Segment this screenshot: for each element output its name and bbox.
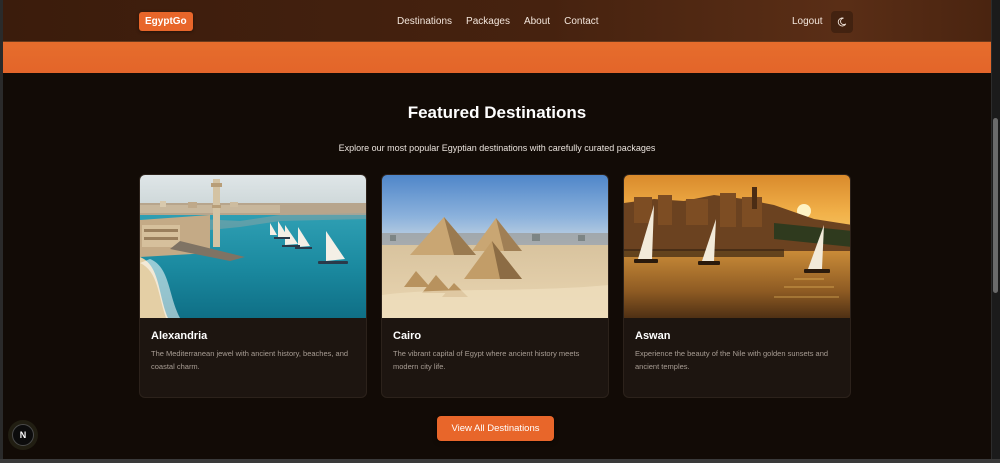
nav-link-about[interactable]: About [524,16,550,27]
nav-link-packages[interactable]: Packages [466,16,510,27]
destination-card-cairo[interactable]: Cairo The vibrant capital of Egypt where… [381,174,609,398]
alexandria-coast-image [140,175,366,318]
card-description: The vibrant capital of Egypt where ancie… [393,349,580,371]
section-title: Featured Destinations [407,103,587,122]
logout-link[interactable]: Logout [792,16,823,27]
card-title: Cairo [393,330,422,342]
giza-pyramids-image [382,175,608,318]
featured-destinations-section: Featured Destinations Explore our most p… [3,73,991,459]
destination-card-aswan[interactable]: Aswan Experience the beauty of the Nile … [623,174,851,398]
card-title: Alexandria [151,330,208,342]
n-dev-badge[interactable]: N [12,424,34,446]
nile-sunset-image [624,175,850,318]
nav-links: Destinations Packages About Contact [397,16,599,27]
theme-toggle-button[interactable] [831,11,853,33]
nav-link-contact[interactable]: Contact [564,16,598,27]
card-title: Aswan [635,330,671,342]
window-bottom-border [0,459,1000,463]
window-scrollbar-track[interactable] [991,0,1000,463]
card-description: Experience the beauty of the Nile with g… [635,349,829,371]
destination-card-alexandria[interactable]: Alexandria The Mediterranean jewel with … [139,174,367,398]
nav-link-destinations[interactable]: Destinations [397,16,452,27]
view-all-destinations-button[interactable]: View All Destinations [437,416,554,441]
card-description: The Mediterranean jewel with ancient his… [151,349,349,371]
brand-logo-button[interactable]: EgyptGo [139,12,193,31]
moon-icon [837,17,847,27]
scrollbar-thumb[interactable] [993,118,998,293]
hero-bottom-band [3,42,991,73]
section-subtitle: Explore our most popular Egyptian destin… [338,143,656,153]
top-navbar: EgyptGo Destinations Packages About Cont… [3,0,991,42]
